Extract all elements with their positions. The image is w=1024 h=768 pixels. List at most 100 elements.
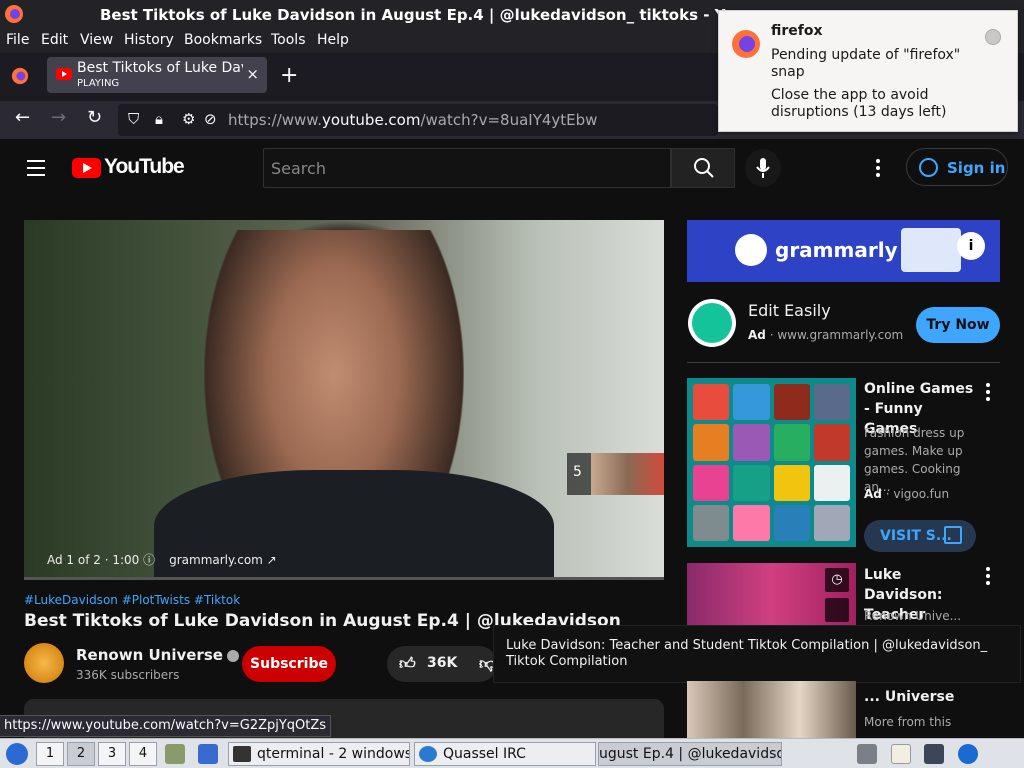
- firefox-icon: [5, 5, 23, 23]
- firefox-icon: [732, 30, 760, 58]
- close-icon[interactable]: [985, 29, 1001, 45]
- desktop-icon[interactable]: [198, 744, 218, 764]
- watch-later-icon[interactable]: ◷: [825, 568, 849, 592]
- menu-icon[interactable]: [27, 160, 45, 181]
- start-menu-icon[interactable]: [6, 743, 28, 765]
- game-tile: [813, 424, 850, 461]
- video-hashtags[interactable]: #LukeDavidson #PlotTwists #Tiktok: [24, 593, 240, 607]
- banner-illustration: [901, 228, 961, 272]
- ad-domain: www.grammarly.com: [777, 328, 904, 342]
- external-link-icon: [944, 526, 962, 544]
- account-icon: [919, 158, 938, 177]
- visit-site-button[interactable]: VISIT S...: [864, 520, 976, 552]
- shield-icon[interactable]: ⛉: [128, 110, 139, 128]
- ad-label: Ad: [748, 328, 766, 342]
- url-path: /watch?v=8uaIY4ytEbw: [420, 111, 598, 129]
- channel-avatar[interactable]: [24, 643, 64, 683]
- notification-detail: Close the app to avoid disruptions (13 d…: [771, 87, 947, 120]
- grammarly-banner-ad[interactable]: grammarly i: [687, 220, 1000, 282]
- sign-in-button[interactable]: Sign in: [906, 148, 1008, 186]
- youtube-logo-icon[interactable]: [72, 158, 101, 178]
- menu-view[interactable]: View: [80, 32, 113, 48]
- workspace-2[interactable]: 2: [67, 742, 95, 766]
- menu-bookmarks[interactable]: Bookmarks: [184, 32, 262, 48]
- url-bar[interactable]: ⛉ 🔒︎ ⚙ ⊘ https://www.youtube.com/watch?v…: [118, 104, 718, 136]
- skip-preview[interactable]: 5: [567, 453, 664, 495]
- watch-page: Ad 1 of 2 · 1:00 ⓘ grammarly.com ↗ 5 #Luk…: [0, 197, 1024, 738]
- taskbar-app-firefox[interactable]: ugust Ep.4 | @lukedavidson: [598, 742, 782, 766]
- battery-icon[interactable]: [924, 744, 944, 764]
- taskbar-app-qterminal[interactable]: qterminal - 2 windows: [228, 742, 410, 766]
- notification-app-name: firefox: [771, 23, 823, 39]
- game-tile: [813, 504, 850, 541]
- games-ad-domain: vigoo.fun: [893, 487, 950, 501]
- video-title-tooltip: Luke Davidson: Teacher and Student Tikto…: [493, 625, 1021, 683]
- youtube-logo-text[interactable]: YouTube: [104, 155, 185, 179]
- permissions-icon[interactable]: ⚙: [182, 110, 195, 128]
- menu-file[interactable]: File: [6, 32, 29, 48]
- game-tile: [693, 424, 730, 461]
- game-tile: [813, 464, 850, 501]
- terminal-icon: [233, 746, 251, 762]
- ad-info[interactable]: Ad 1 of 2 · 1:00 ⓘ grammarly.com ↗: [47, 551, 277, 568]
- url-text[interactable]: https://www.youtube.com/watch?v=8uaIY4yt…: [228, 111, 597, 129]
- reload-icon[interactable]: ↻: [87, 107, 102, 128]
- autoplay-blocked-icon[interactable]: ⊘: [204, 110, 217, 128]
- back-arrow-icon[interactable]: ←: [15, 107, 30, 128]
- add-to-queue-icon[interactable]: [825, 598, 849, 622]
- thumbs-up-icon[interactable]: 👍︎: [399, 654, 416, 674]
- update-notification[interactable]: firefox Pending update of "firefox" snap…: [718, 10, 1018, 132]
- forward-arrow-icon[interactable]: →: [51, 107, 66, 128]
- menu-help[interactable]: Help: [317, 32, 349, 48]
- workspace-3[interactable]: 3: [98, 742, 126, 766]
- youtube-favicon-icon: [56, 68, 72, 80]
- menu-tools[interactable]: Tools: [271, 32, 306, 48]
- ad-more-icon[interactable]: [986, 383, 990, 404]
- games-ad-thumbnail[interactable]: [687, 378, 856, 547]
- search-input[interactable]: Search: [263, 148, 671, 188]
- recommended-video-channel[interactable]: Renown Unive...: [864, 609, 961, 623]
- grammarly-ad-logo-icon[interactable]: [688, 299, 736, 347]
- clipboard-icon[interactable]: [891, 744, 911, 764]
- tab-youtube[interactable]: Best Tiktoks of Luke Davidson PLAYING ×: [47, 57, 267, 93]
- settings-more-icon[interactable]: [876, 159, 880, 180]
- try-now-button[interactable]: Try Now: [916, 307, 1000, 343]
- firefox-view-icon[interactable]: [11, 67, 29, 85]
- game-tile: [733, 464, 770, 501]
- workspace-4[interactable]: 4: [129, 742, 157, 766]
- network-icon[interactable]: [857, 744, 877, 764]
- sign-in-label: Sign in: [947, 159, 1006, 177]
- desktop: Best Tiktoks of Luke Davidson in August …: [0, 0, 1024, 768]
- info-icon[interactable]: i: [957, 232, 985, 260]
- like-count[interactable]: 36K: [427, 655, 457, 671]
- video-player[interactable]: Ad 1 of 2 · 1:00 ⓘ grammarly.com ↗ 5: [24, 220, 664, 580]
- notification-message: Pending update of "firefox" snap: [771, 47, 961, 80]
- recommended-video-thumbnail[interactable]: [687, 681, 856, 738]
- menu-history[interactable]: History: [124, 32, 174, 48]
- search-button[interactable]: [671, 148, 735, 188]
- file-manager-icon[interactable]: [165, 744, 185, 764]
- taskbar: 1 2 3 4 qterminal - 2 windows Quassel IR…: [0, 738, 1024, 768]
- new-tab-button[interactable]: +: [280, 63, 298, 88]
- menu-edit[interactable]: Edit: [41, 32, 68, 48]
- update-icon[interactable]: [958, 744, 978, 764]
- skip-countdown: 5: [573, 464, 582, 480]
- ad-domain-link[interactable]: grammarly.com ↗: [169, 553, 277, 567]
- taskbar-app-quassel[interactable]: Quassel IRC: [414, 742, 596, 766]
- recommended-video-thumbnail[interactable]: ◷: [687, 563, 856, 633]
- game-tile: [773, 424, 810, 461]
- game-tile: [693, 464, 730, 501]
- game-tile: [693, 504, 730, 541]
- next-video-thumbnail: [591, 453, 664, 495]
- taskbar-app-label: qterminal - 2 windows: [257, 746, 410, 762]
- channel-name[interactable]: Renown Universe: [76, 646, 239, 664]
- video-more-icon[interactable]: [986, 567, 990, 588]
- voice-search-button[interactable]: [745, 149, 781, 187]
- recommended-video-title[interactable]: ... Universe: [864, 689, 954, 705]
- ad-title[interactable]: Edit Easily: [748, 301, 831, 320]
- video-progress-bar[interactable]: [24, 577, 664, 580]
- subscribe-button[interactable]: Subscribe: [242, 646, 336, 682]
- tab-close-icon[interactable]: ×: [246, 65, 259, 83]
- lock-icon[interactable]: 🔒︎: [155, 110, 163, 128]
- workspace-1[interactable]: 1: [36, 742, 64, 766]
